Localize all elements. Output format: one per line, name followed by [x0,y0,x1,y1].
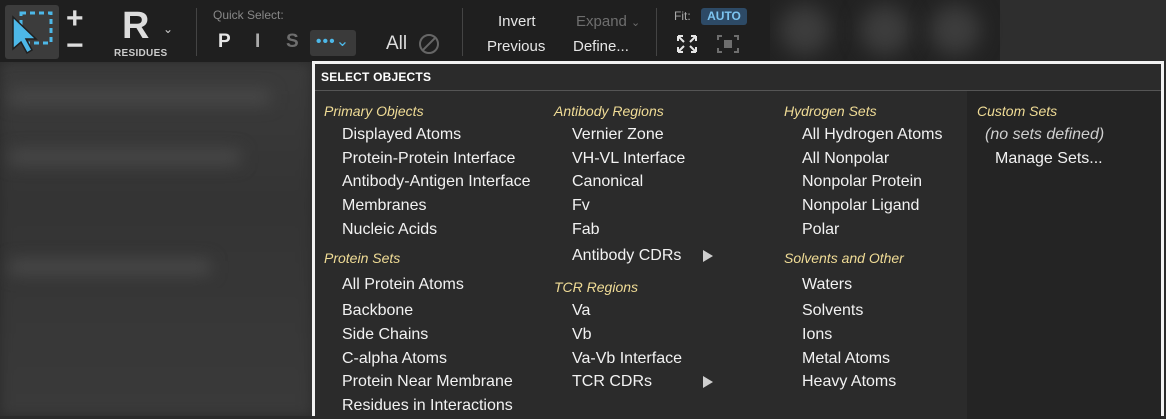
residue-mode-icon[interactable]: R [122,5,149,48]
menu-item-ions[interactable]: Ions [802,326,832,344]
menu-item-antibody-antigen-interface[interactable]: Antibody-Antigen Interface [342,173,531,191]
menu-item-displayed-atoms[interactable]: Displayed Atoms [342,126,461,144]
toolbar-divider [462,8,463,56]
expand-label: Expand [576,13,627,30]
no-sets-defined-text: (no sets defined) [985,126,1105,143]
selection-cursor-icon [12,11,53,55]
menu-item-nucleic-acids[interactable]: Nucleic Acids [342,221,437,239]
toolbar-divider [196,8,197,56]
fit-auto-toggle[interactable]: AUTO [701,8,747,25]
menu-item-canonical[interactable]: Canonical [572,173,643,191]
menu-item-fv[interactable]: Fv [572,197,590,215]
menu-item-all-protein-atoms[interactable]: All Protein Atoms [342,276,464,294]
menu-item-fab[interactable]: Fab [572,221,600,239]
expand-button[interactable]: Expand ⌄ [576,13,640,30]
menu-item-side-chains[interactable]: Side Chains [342,326,428,344]
menu-item-all-nonpolar[interactable]: All Nonpolar [802,150,889,168]
menu-item-nonpolar-ligand[interactable]: Nonpolar Ligand [802,197,919,215]
menu-item-waters[interactable]: Waters [802,276,852,294]
blurred-icon [860,5,910,55]
fit-all-icon[interactable] [676,34,698,54]
blurred-side-panel [0,62,312,416]
menu-item-tcr-cdrs[interactable]: TCR CDRs [572,373,652,391]
right-panel-background [1000,0,1166,62]
section-antibody-regions: Antibody Regions [554,103,664,119]
toolbar: + − R RESIDUES ⌄ Quick Select: P I S •••… [0,0,770,62]
blurred-row [10,150,240,164]
menu-item-vernier-zone[interactable]: Vernier Zone [572,126,664,144]
menu-item-protein-near-membrane[interactable]: Protein Near Membrane [342,373,513,391]
quick-select-label: Quick Select: [213,8,284,22]
menu-item-va[interactable]: Va [572,302,590,320]
manage-sets-button[interactable]: Manage Sets... [995,150,1103,168]
quick-select-solvent-button[interactable]: S [286,31,299,53]
blurred-row [10,260,210,274]
quick-select-protein-button[interactable]: P [218,31,231,53]
section-custom-sets: Custom Sets [977,103,1058,119]
previous-button[interactable]: Previous [487,38,545,55]
section-hydrogen-sets: Hydrogen Sets [784,103,877,119]
clear-selection-icon[interactable] [419,34,439,54]
blurred-icon [930,5,980,55]
submenu-arrow-icon [703,250,713,262]
submenu-arrow-icon [703,376,713,388]
menu-item-solvents[interactable]: Solvents [802,302,863,320]
blurred-row [10,90,270,104]
menu-item-metal-atoms[interactable]: Metal Atoms [802,350,890,368]
menu-item-all-hydrogen-atoms[interactable]: All Hydrogen Atoms [802,126,943,144]
menu-item-nonpolar-protein[interactable]: Nonpolar Protein [802,173,922,191]
quick-select-ligand-button[interactable]: I [255,31,260,53]
section-tcr-regions: TCR Regions [554,279,639,295]
menu-item-membranes[interactable]: Membranes [342,197,426,215]
select-all-button[interactable]: All [386,33,407,55]
menu-title: SELECT OBJECTS [321,70,432,84]
define-button[interactable]: Define... [573,38,629,55]
section-protein-sets: Protein Sets [324,250,401,266]
menu-item-vh-vl-interface[interactable]: VH-VL Interface [572,150,685,168]
menu-header: SELECT OBJECTS [315,64,1161,91]
select-objects-menu: SELECT OBJECTS Primary Objects Displayed… [312,61,1164,419]
menu-item-vb[interactable]: Vb [572,326,592,344]
chevron-down-icon: ⌄ [631,17,641,29]
menu-item-va-vb-interface[interactable]: Va-Vb Interface [572,350,682,368]
blurred-icon [780,5,830,55]
selection-tool-button[interactable] [5,5,59,59]
more-quick-select-button[interactable]: •••⌄ [310,30,356,56]
section-solvents-and-other: Solvents and Other [784,250,904,266]
menu-item-antibody-cdrs[interactable]: Antibody CDRs [572,247,681,265]
menu-item-protein-protein-interface[interactable]: Protein-Protein Interface [342,150,515,168]
residue-mode-label: RESIDUES [114,48,168,59]
menu-item-backbone[interactable]: Backbone [342,302,413,320]
menu-item-c-alpha-atoms[interactable]: C-alpha Atoms [342,350,447,368]
toolbar-divider [656,8,657,56]
fit-label: Fit: [674,9,691,23]
subtract-selection-icon[interactable]: − [66,31,84,61]
menu-item-polar[interactable]: Polar [802,221,839,239]
chevron-down-icon[interactable]: ⌄ [163,22,173,36]
fit-selection-icon[interactable] [716,34,740,54]
invert-button[interactable]: Invert [498,13,536,30]
menu-item-heavy-atoms[interactable]: Heavy Atoms [802,373,896,391]
menu-item-residues-in-interactions[interactable]: Residues in Interactions [342,397,513,415]
section-primary-objects: Primary Objects [324,103,424,119]
